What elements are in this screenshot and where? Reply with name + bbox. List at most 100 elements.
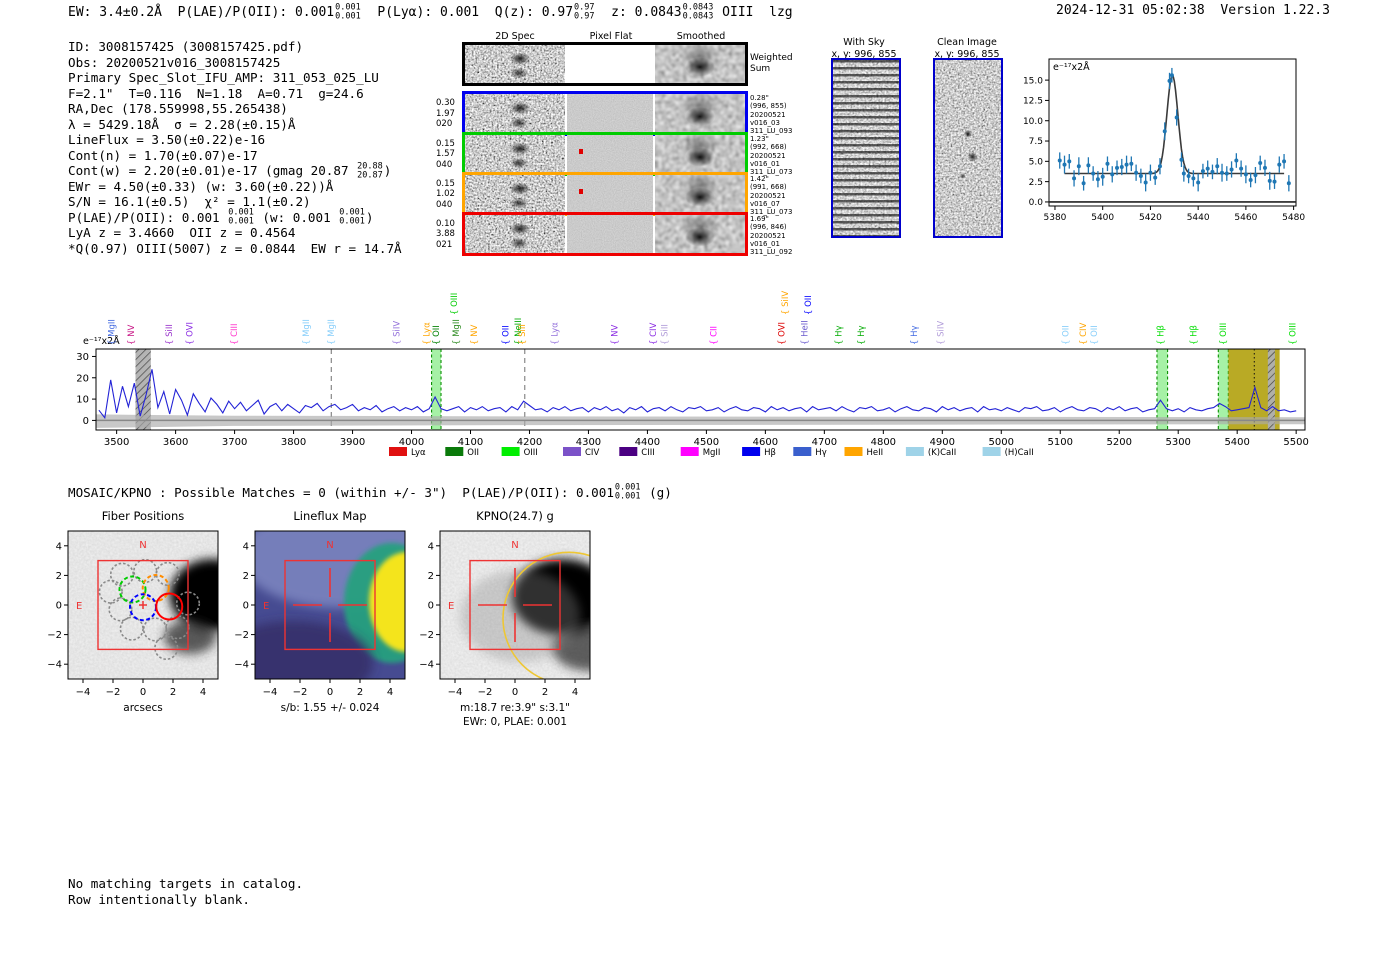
spectral-line-label: { CII — [710, 326, 720, 345]
spectral-line-label: { Lyα — [550, 322, 560, 345]
smoothed-image — [655, 135, 745, 173]
legend-swatch — [982, 447, 1001, 456]
pixel-flat-image — [567, 45, 653, 83]
pixel-flat-image — [567, 215, 653, 253]
spectrum-flux-line — [98, 369, 1297, 420]
spectral-line-label: { SiII — [518, 324, 528, 345]
text-segment: RA,Dec (178.559998,55.265438) — [68, 101, 288, 117]
version-label: Version 1.22.3 — [1220, 3, 1330, 18]
spectral-line-label: { SiIV — [937, 321, 947, 345]
text-segment: P(LAE)/P(OII): 0.001 — [177, 4, 335, 20]
svg-text:4: 4 — [243, 541, 249, 552]
svg-text:e⁻¹⁷x2Å: e⁻¹⁷x2Å — [1053, 61, 1090, 73]
svg-text:4600: 4600 — [753, 437, 778, 448]
text-segment: F=2.1" T=0.116 N=1.18 A=0.71 g=24.6 — [68, 85, 364, 101]
spec2d-col-header-smoothed: Smoothed — [676, 31, 726, 42]
spectral-line-label: { MgII — [107, 319, 117, 345]
svg-text:2: 2 — [428, 571, 434, 582]
svg-text:4: 4 — [56, 541, 62, 552]
fiber-positions-cutout: N E −4 −2 0 2 4 4 2 0 −2 −4 Fiber Positions arcsecs — [47, 509, 219, 714]
clean-image — [933, 58, 1003, 238]
svg-text:4: 4 — [572, 687, 578, 698]
svg-text:5200: 5200 — [1107, 437, 1132, 448]
cutout-title: Fiber Positions — [102, 509, 185, 523]
info-line: LineFlux = 3.50(±0.22)e-16 — [68, 132, 402, 148]
smoothed-image — [655, 215, 745, 253]
text-segment: P(Lyα): 0.001 Q(z): 0.97 — [361, 4, 574, 20]
svg-text:4100: 4100 — [458, 437, 483, 448]
legend-swatch — [563, 447, 581, 456]
svg-text:5100: 5100 — [1048, 437, 1073, 448]
compass-east: E — [448, 601, 454, 612]
svg-text:10.0: 10.0 — [1023, 117, 1043, 127]
compass-east: E — [76, 601, 82, 612]
spectral-line-label: { Hβ — [1190, 325, 1200, 345]
legend-label: Hβ — [764, 448, 776, 458]
svg-text:4700: 4700 — [812, 437, 837, 448]
spectral-line-label: { OIII — [1219, 323, 1229, 345]
with-sky-image — [831, 58, 901, 238]
header-timestamp: 2024-12-31 05:02:38 Version 1.22.3 — [1056, 3, 1330, 18]
svg-text:2: 2 — [56, 571, 62, 582]
info-line: P(LAE)/P(OII): 0.001 0.001 0.001 (w: 0.00… — [68, 207, 402, 227]
svg-text:0: 0 — [428, 601, 434, 612]
spec2d-row — [462, 172, 748, 216]
stacked-hi-lo-value: 0.0843 0.0843 — [682, 2, 714, 22]
text-segment: ) — [383, 163, 392, 179]
svg-text:0.0: 0.0 — [1029, 198, 1044, 208]
text-segment: ) — [365, 209, 374, 225]
spectral-line-label: { Hγ — [835, 325, 845, 345]
info-line: RA,Dec (178.559998,55.265438) — [68, 101, 402, 117]
svg-text:0: 0 — [56, 601, 62, 612]
stacked-hi-lo-value: 0.97 0.97 — [574, 2, 595, 22]
spec2d-row-left-label: 0.30 1.97 020 — [436, 98, 455, 129]
stacked-hi-lo-value: 0.001 0.001 — [339, 207, 365, 227]
spec2d-row-left-label: 0.15 1.02 040 — [436, 178, 455, 210]
svg-text:3600: 3600 — [163, 437, 188, 448]
info-line: EWr = 4.50(±0.33) (w: 3.60(±0.22))Å — [68, 179, 402, 195]
cutout-xlabel2: EWr: 0, PLAE: 0.001 — [463, 716, 567, 728]
detection-info-block: ID: 3008157425 (3008157425.pdf) Obs: 2020… — [68, 39, 402, 256]
svg-text:−4: −4 — [448, 687, 463, 698]
svg-text:4: 4 — [200, 687, 206, 698]
svg-text:2: 2 — [170, 687, 176, 698]
legend-label: CIII — [641, 448, 654, 458]
svg-text:4900: 4900 — [930, 437, 955, 448]
text-segment: *Q(0.97) OIII(5007) z = 0.0844 EW r = 14… — [68, 240, 402, 256]
svg-text:−4: −4 — [419, 660, 434, 671]
info-line: Primary Spec_Slot_IFU_AMP: 311_053_025_L… — [68, 70, 402, 86]
spectral-line-label: { OVI — [185, 322, 195, 345]
svg-text:0: 0 — [83, 416, 89, 427]
text-segment: EW: 3.4±0.2Å — [68, 4, 178, 20]
lineflux-map-cutout: N E −4 −2 0 2 4 4 2 0 −2 −4 Lineflux Map s/b: 1.55 +/… — [234, 509, 406, 714]
legend-label: CIV — [585, 448, 599, 458]
svg-text:5000: 5000 — [989, 437, 1014, 448]
spec2d-image — [465, 135, 565, 173]
info-line: Cont(w) = 2.20(±0.01)e-17 (gmag 20.87 20… — [68, 161, 402, 180]
cutout-title: Lineflux Map — [293, 509, 366, 523]
svg-text:5400: 5400 — [1091, 213, 1114, 223]
text-segment: Cont(w) = 2.20(±0.01)e-17 (gmag 20.87 — [68, 163, 357, 179]
text-segment: (g) — [641, 484, 672, 500]
line-fit-chart: 0.0 2.5 5.0 7.5 10.0 12.5 15.0 5380 5400 5420 5440… — [1020, 48, 1340, 243]
legend-swatch — [905, 447, 924, 456]
legend-swatch — [619, 447, 638, 456]
legend-label: OII — [467, 448, 479, 458]
info-line: *Q(0.97) OIII(5007) z = 0.0844 EW r = 14… — [68, 241, 402, 257]
legend-swatch — [844, 447, 863, 456]
spec2d-panel: 2D Spec Pixel Flat Smoothed Weighted Sum 0… — [436, 31, 815, 257]
clean-image-title: Clean Image x, y: 996, 855 — [934, 37, 999, 60]
spectral-line-label: { SiII — [661, 324, 671, 345]
spectral-line-label: { Hβ — [1157, 325, 1167, 345]
noise-texture — [567, 215, 653, 253]
legend-label: OIII — [524, 448, 538, 458]
svg-text:12.5: 12.5 — [1023, 97, 1043, 107]
spec2d-row-right-label: 1.23" (992, 668) 20200521 v016_01 311_LU_073 — [750, 135, 793, 177]
svg-text:−2: −2 — [106, 687, 121, 698]
stacked-hi-lo-value: 0.001 0.001 — [228, 207, 254, 227]
spectral-line-label: { OII — [804, 295, 814, 315]
flat-marker-dot — [579, 149, 583, 155]
pixel-flat-image — [567, 94, 653, 133]
spec2d-image — [465, 215, 565, 253]
svg-text:4400: 4400 — [635, 437, 660, 448]
